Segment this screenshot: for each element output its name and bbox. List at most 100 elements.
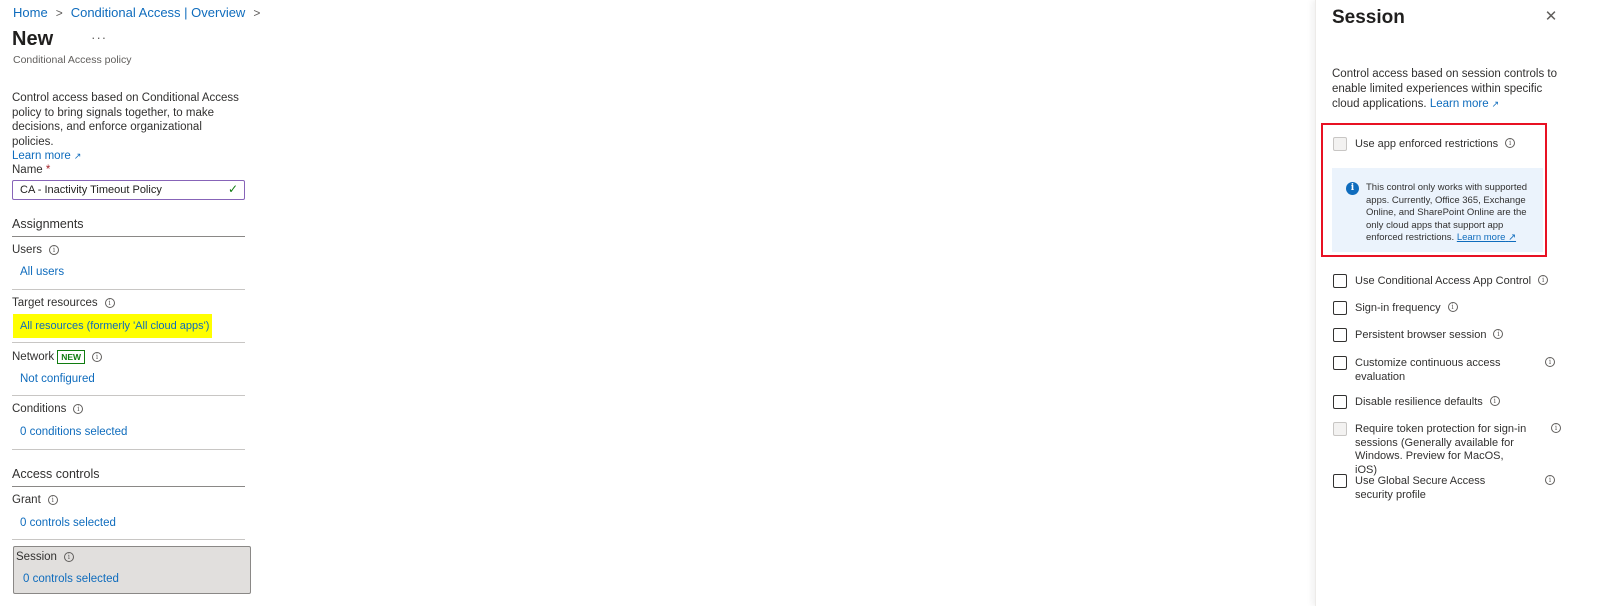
target-resources-value[interactable]: All resources (formerly 'All cloud apps'…: [20, 320, 209, 332]
info-learn-more-label[interactable]: Learn more: [1457, 232, 1506, 243]
target-resources-label-text: Target resources: [12, 297, 98, 309]
session-option-checkbox[interactable]: [1333, 301, 1347, 315]
session-option-checkbox[interactable]: [1333, 356, 1347, 370]
conditions-value-link[interactable]: 0 conditions selected: [20, 426, 127, 438]
info-icon[interactable]: i: [1538, 275, 1549, 285]
session-label-text: Session: [16, 551, 57, 563]
users-label-text: Users: [12, 244, 43, 256]
assignments-heading: Assignments: [12, 217, 84, 231]
info-learn-more-link[interactable]: Learn more ↗: [1457, 232, 1516, 243]
app-enforced-restrictions-row[interactable]: Use app enforced restrictions i: [1333, 137, 1516, 152]
info-icon[interactable]: i: [47, 495, 58, 505]
session-option-row[interactable]: Require token protection for sign-in ses…: [1333, 422, 1581, 477]
session-option-row[interactable]: Use Global Secure Access security profil…: [1333, 474, 1573, 502]
policy-name-input[interactable]: [12, 180, 245, 200]
info-icon[interactable]: i: [92, 352, 103, 362]
info-icon[interactable]: i: [73, 404, 84, 414]
session-option-label: Persistent browser session: [1355, 329, 1487, 341]
session-option-row[interactable]: Customize continuous access evaluation i: [1333, 356, 1573, 384]
network-label-text: Network: [12, 351, 55, 363]
info-icon[interactable]: i: [1447, 302, 1458, 312]
network-value-link[interactable]: Not configured: [20, 373, 95, 385]
policy-description: Control access based on Conditional Acce…: [12, 91, 244, 164]
session-option-label: Disable resilience defaults: [1355, 396, 1483, 408]
users-value[interactable]: All users: [20, 266, 64, 278]
divider: [12, 289, 245, 290]
info-icon[interactable]: i: [1551, 423, 1561, 433]
session-value-link[interactable]: 0 controls selected: [23, 573, 119, 585]
session-option-label: Use Global Secure Access security profil…: [1355, 475, 1486, 501]
external-link-icon: ↗: [73, 151, 82, 161]
more-options-icon[interactable]: ···: [91, 30, 107, 45]
checkmark-icon: ✓: [228, 182, 239, 196]
session-option-row[interactable]: Sign-in frequency i: [1333, 301, 1458, 316]
session-option-row[interactable]: Disable resilience defaults i: [1333, 395, 1500, 410]
info-icon[interactable]: i: [63, 552, 74, 562]
session-option-checkbox[interactable]: [1333, 328, 1347, 342]
session-option-checkbox[interactable]: [1333, 422, 1347, 436]
divider: [12, 236, 245, 237]
session-option-checkbox[interactable]: [1333, 474, 1347, 488]
external-link-icon: ↗: [1508, 232, 1517, 243]
session-option-label: Customize continuous access evaluation: [1355, 357, 1501, 383]
required-marker: *: [45, 164, 51, 176]
info-icon[interactable]: i: [104, 298, 115, 308]
grant-value-link[interactable]: 0 controls selected: [20, 517, 116, 529]
learn-more-label[interactable]: Learn more: [12, 150, 71, 162]
external-link-icon: ↗: [1491, 99, 1500, 109]
info-icon[interactable]: i: [1505, 138, 1516, 148]
session-option-row[interactable]: Persistent browser session i: [1333, 328, 1504, 343]
grant-value[interactable]: 0 controls selected: [20, 517, 116, 529]
network-label: Network NEW i: [12, 350, 103, 364]
panel-description: Control access based on session controls…: [1332, 67, 1560, 112]
policy-blade: Home > Conditional Access | Overview > N…: [0, 0, 270, 606]
session-value[interactable]: 0 controls selected: [23, 573, 119, 585]
app-enforced-restrictions-checkbox[interactable]: [1333, 137, 1347, 151]
session-option-checkbox[interactable]: [1333, 395, 1347, 409]
users-value-link[interactable]: All users: [20, 266, 64, 278]
info-message-text: This control only works with supported a…: [1366, 182, 1541, 245]
name-label-text: Name: [12, 164, 43, 176]
panel-learn-more-link[interactable]: Learn more ↗: [1430, 98, 1499, 110]
session-option-row[interactable]: Use Conditional Access App Control i: [1333, 274, 1549, 289]
info-icon[interactable]: i: [1545, 475, 1555, 485]
session-panel: Session ✕ Control access based on sessio…: [1315, 0, 1600, 606]
info-filled-icon: i: [1346, 182, 1359, 195]
breadcrumb-home-link[interactable]: Home: [13, 5, 48, 20]
name-label: Name *: [12, 164, 50, 176]
breadcrumb: Home > Conditional Access | Overview >: [13, 5, 268, 20]
session-option-checkbox[interactable]: [1333, 274, 1347, 288]
target-resources-label: Target resources i: [12, 297, 115, 309]
session-label: Session i: [16, 551, 74, 563]
chevron-right-icon: >: [253, 5, 261, 20]
info-message-bar: i This control only works with supported…: [1332, 168, 1543, 252]
chevron-right-icon: >: [55, 5, 63, 20]
divider: [12, 539, 245, 540]
close-icon[interactable]: ✕: [1542, 7, 1560, 25]
grant-label-text: Grant: [12, 494, 41, 506]
learn-more-link[interactable]: Learn more ↗: [12, 150, 81, 162]
divider: [12, 395, 245, 396]
info-icon[interactable]: i: [1545, 357, 1555, 367]
info-icon[interactable]: i: [1493, 329, 1504, 339]
page-subtitle: Conditional Access policy: [13, 54, 132, 66]
new-badge: NEW: [57, 350, 86, 364]
info-icon[interactable]: i: [1489, 396, 1500, 406]
description-text: Control access based on Conditional Acce…: [12, 92, 239, 148]
app-enforced-restrictions-label: Use app enforced restrictions: [1355, 138, 1499, 150]
session-option-label: Require token protection for sign-in ses…: [1355, 423, 1527, 476]
info-icon[interactable]: i: [49, 245, 60, 255]
session-option-label: Sign-in frequency: [1355, 302, 1441, 314]
network-value[interactable]: Not configured: [20, 373, 95, 385]
grant-label: Grant i: [12, 494, 58, 506]
conditions-label-text: Conditions: [12, 403, 67, 415]
divider: [12, 449, 245, 450]
panel-learn-more-label[interactable]: Learn more: [1430, 98, 1489, 110]
divider: [12, 342, 245, 343]
page-title: New: [12, 28, 54, 50]
breadcrumb-overview-link[interactable]: Conditional Access | Overview: [71, 5, 246, 20]
divider: [12, 486, 245, 487]
conditions-value[interactable]: 0 conditions selected: [20, 426, 127, 438]
title-row: New ···: [12, 28, 107, 51]
session-option-label: Use Conditional Access App Control: [1355, 275, 1532, 287]
